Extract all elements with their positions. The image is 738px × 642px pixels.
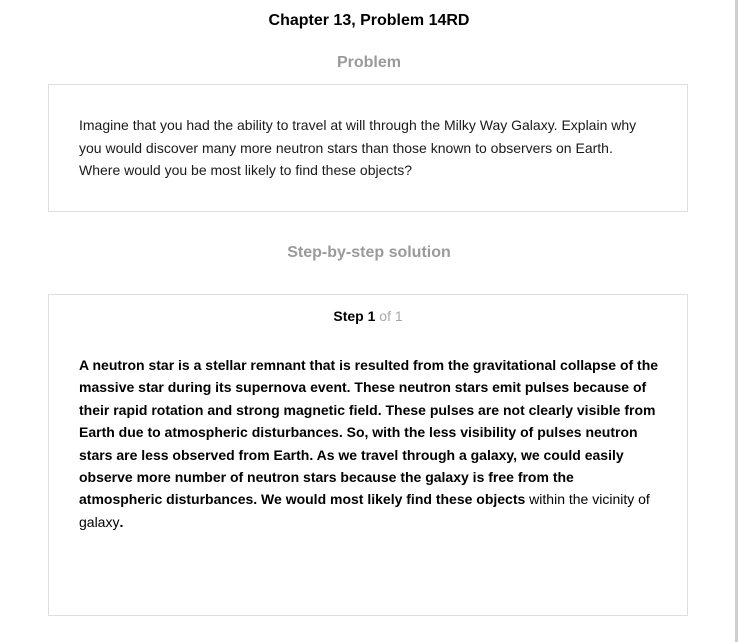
solution-text: A neutron star is a stellar remnant that… bbox=[79, 354, 659, 533]
page-title: Chapter 13, Problem 14RD bbox=[268, 12, 470, 29]
solution-card: Step 1 of 1 A neutron star is a stellar … bbox=[48, 294, 688, 616]
solution-text-bold: A neutron star is a stellar remnant that… bbox=[79, 357, 659, 508]
solution-heading: Step-by-step solution bbox=[287, 244, 451, 261]
problem-text: Imagine that you had the ability to trav… bbox=[79, 117, 637, 178]
step-total: of 1 bbox=[375, 308, 403, 324]
problem-card: Imagine that you had the ability to trav… bbox=[48, 84, 688, 212]
step-indicator: Step 1 of 1 bbox=[49, 308, 687, 324]
step-word: Step bbox=[333, 308, 364, 324]
solution-text-end: . bbox=[119, 513, 124, 530]
problem-heading: Problem bbox=[336, 54, 401, 71]
